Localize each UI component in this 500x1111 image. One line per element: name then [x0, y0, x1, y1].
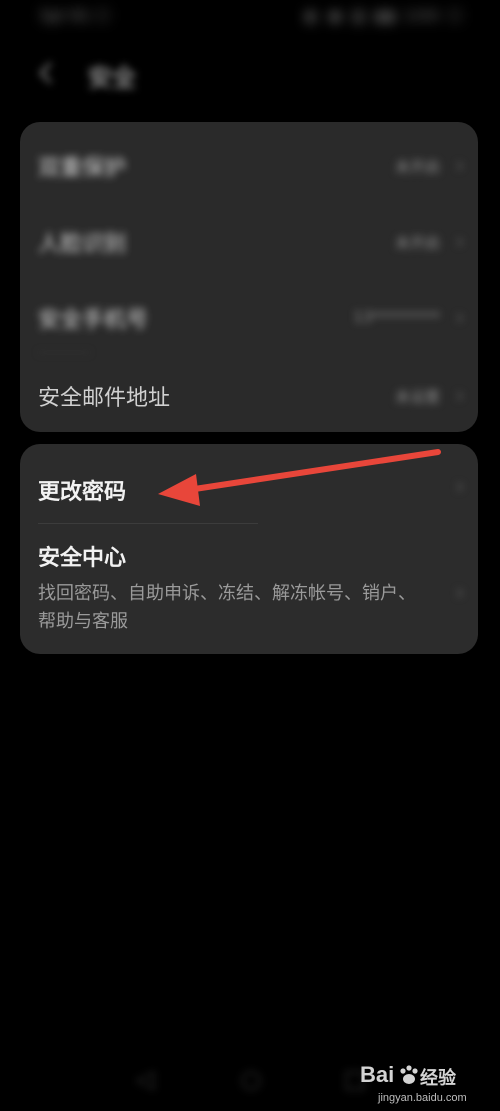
list-item-security-email[interactable]: 安全邮件地址 未设置 ›	[20, 352, 478, 432]
back-arrow-icon[interactable]	[30, 56, 64, 90]
account-actions-card: 更改密码 › 安全中心 找回密码、自助申诉、冻结、解冻帐号、销户、帮助与客服 ›	[20, 444, 478, 654]
list-item-value: 13*********	[353, 308, 440, 326]
chevron-right-icon: ›	[456, 229, 464, 253]
paw-icon	[400, 1065, 418, 1084]
status-bar: Spl 91 ☐ ◐ ◉ ▥ ▮▮ 100 ☐	[0, 0, 500, 34]
list-item-security-phone[interactable]: 安全手机号 13********* ›	[20, 274, 478, 350]
list-item-label: 安全手机号	[38, 308, 149, 333]
list-item-value: 未开启	[394, 234, 440, 252]
list-item-face-recognition[interactable]: 人脸识别 未开启 ›	[20, 200, 478, 274]
chevron-right-icon: ›	[456, 305, 464, 329]
status-left: Spl 91 ☐	[40, 6, 110, 25]
list-item-double-protection[interactable]: 双重保护 未开启 ›	[20, 122, 478, 200]
list-item-label: 安全邮件地址	[38, 386, 171, 411]
list-item-change-password[interactable]: 更改密码 ›	[20, 444, 478, 524]
chevron-right-icon: ›	[456, 474, 464, 498]
list-item-label: 人脸识别	[38, 232, 127, 257]
chevron-right-icon: ›	[456, 580, 464, 604]
status-right: ◐ ◉ ▥ ▮▮ 100 ☐	[305, 6, 464, 25]
change-password-label: 更改密码	[38, 480, 127, 505]
header: 安全	[0, 48, 500, 98]
list-item-value: 未设置	[394, 388, 440, 406]
list-item-label: 双重保护	[38, 156, 127, 181]
watermark-url: jingyan.baidu.com	[378, 1092, 467, 1104]
page-title: 安全	[88, 64, 136, 92]
watermark-text: 经验	[420, 1068, 456, 1089]
nav-home-icon[interactable]: ○	[236, 1064, 266, 1094]
baidu-jingyan-watermark: Bai 经验 jingyan.baidu.com	[360, 1062, 480, 1108]
watermark-brand: Bai	[360, 1062, 395, 1087]
list-item-value: 未开启	[394, 158, 440, 176]
list-item-security-center[interactable]: 安全中心 找回密码、自助申诉、冻结、解冻帐号、销户、帮助与客服 ›	[20, 524, 478, 654]
phone-screen: Spl 91 ☐ ◐ ◉ ▥ ▮▮ 100 ☐ 安全 双重保护 未开启 › 人脸…	[0, 0, 500, 1111]
security-settings-card: 双重保护 未开启 › 人脸识别 未开启 › 安全手机号 13********* …	[20, 122, 478, 432]
security-center-title: 安全中心	[38, 546, 127, 571]
chevron-right-icon: ›	[456, 383, 464, 407]
security-center-description: 找回密码、自助申诉、冻结、解冻帐号、销户、帮助与客服	[38, 583, 416, 632]
nav-back-icon[interactable]: ◁	[130, 1064, 160, 1094]
chevron-right-icon: ›	[456, 153, 464, 177]
